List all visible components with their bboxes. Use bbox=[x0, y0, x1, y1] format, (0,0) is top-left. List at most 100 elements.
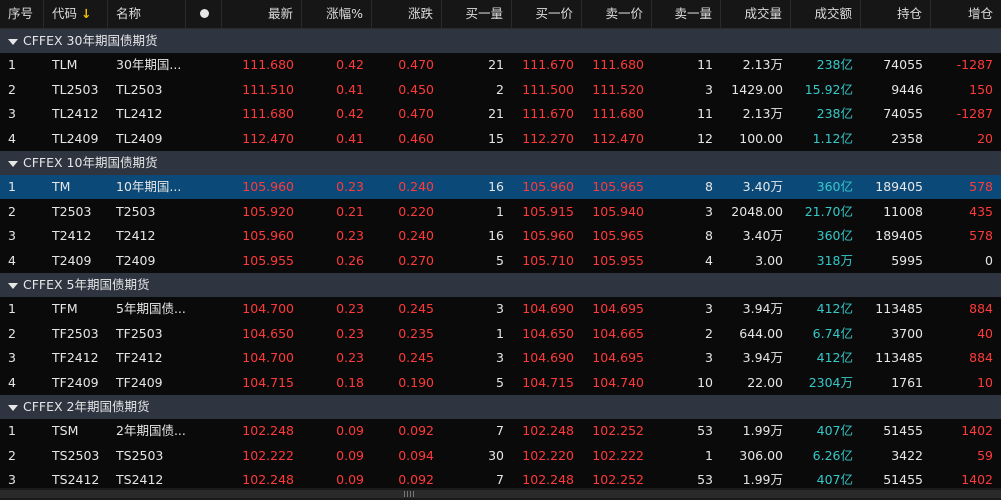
column-header-oi[interactable]: 持仓 bbox=[861, 0, 931, 28]
cell-seq: 2 bbox=[8, 325, 16, 341]
cell-bid: 105.710 bbox=[522, 252, 574, 268]
group-header[interactable]: CFFEX 5年期国债期货 bbox=[0, 273, 1001, 297]
cell-oi: 1761 bbox=[891, 374, 923, 390]
column-header-seq[interactable]: 序号 bbox=[0, 0, 44, 28]
group-header[interactable]: CFFEX 2年期国债期货 bbox=[0, 395, 1001, 419]
table-row[interactable]: 3 TF2412 TF2412 104.700 0.23 0.245 3 104.690 104… bbox=[0, 346, 1001, 370]
table-row[interactable]: 1 TLM 30年期国... 111.680 0.42 0.470 21 111.670 111… bbox=[0, 53, 1001, 77]
column-header-name[interactable]: 名称 bbox=[108, 0, 186, 28]
cell-latest: 104.715 bbox=[242, 374, 294, 390]
cell-bid: 111.670 bbox=[522, 57, 574, 72]
cell-code: TM bbox=[52, 179, 71, 194]
cell-bid-vol: 1 bbox=[496, 203, 504, 219]
cell-oi-chg: 10 bbox=[977, 374, 993, 390]
cell-oi: 3700 bbox=[891, 325, 923, 341]
cell-seq: 1 bbox=[8, 179, 16, 194]
cell-name: 30年期国... bbox=[116, 57, 182, 72]
table-row[interactable]: 1 TSM 2年期国债... 102.248 0.09 0.092 7 102.248 102.… bbox=[0, 419, 1001, 443]
table-row[interactable]: 2 TS2503 TS2503 102.222 0.09 0.094 30 102.220 10… bbox=[0, 444, 1001, 468]
cell-ask-vol: 11 bbox=[697, 106, 713, 121]
dot-icon bbox=[200, 9, 209, 18]
column-header-code[interactable]: 代码 ↓ bbox=[44, 0, 108, 28]
collapse-triangle-icon[interactable] bbox=[8, 38, 18, 45]
column-header-latest[interactable]: 最新 bbox=[222, 0, 302, 28]
column-header-change[interactable]: 涨跌 bbox=[372, 0, 442, 28]
cell-bid-vol: 21 bbox=[488, 106, 504, 121]
table-row[interactable]: 4 TF2409 TF2409 104.715 0.18 0.190 5 104.715 104… bbox=[0, 371, 1001, 395]
scrollbar-thumb[interactable] bbox=[0, 490, 1001, 498]
cell-ask-vol: 3 bbox=[705, 301, 713, 316]
cell-seq: 2 bbox=[8, 81, 16, 97]
cell-bid-vol: 15 bbox=[488, 130, 504, 146]
collapse-triangle-icon[interactable] bbox=[8, 404, 18, 411]
table-row[interactable]: 2 T2503 T2503 105.920 0.21 0.220 1 105.915 105.9… bbox=[0, 200, 1001, 224]
cell-oi: 3422 bbox=[891, 447, 923, 463]
cell-code: TS2503 bbox=[52, 447, 100, 463]
table-row[interactable]: 2 TF2503 TF2503 104.650 0.23 0.235 1 104.650 104… bbox=[0, 322, 1001, 346]
cell-oi: 5995 bbox=[891, 252, 923, 268]
cell-pct: 0.21 bbox=[336, 203, 364, 219]
column-header-oi-chg[interactable]: 增仓 bbox=[931, 0, 1001, 28]
table-row[interactable]: 3 T2412 T2412 105.960 0.23 0.240 16 105.960 105.… bbox=[0, 224, 1001, 248]
cell-seq: 3 bbox=[8, 106, 16, 121]
cell-volume: 22.00 bbox=[747, 374, 783, 390]
cell-oi-chg: 578 bbox=[969, 179, 993, 194]
group-header[interactable]: CFFEX 10年期国债期货 bbox=[0, 151, 1001, 175]
column-header-bid-vol[interactable]: 买一量 bbox=[442, 0, 512, 28]
horizontal-scrollbar[interactable] bbox=[0, 488, 1001, 500]
cell-pct: 0.23 bbox=[336, 350, 364, 365]
sort-descending-icon[interactable]: ↓ bbox=[81, 6, 91, 21]
cell-name: 10年期国... bbox=[116, 179, 182, 194]
cell-ask: 111.680 bbox=[592, 106, 644, 121]
group-header[interactable]: CFFEX 30年期国债期货 bbox=[0, 29, 1001, 53]
cell-bid-vol: 3 bbox=[496, 350, 504, 365]
cell-oi-chg: -1287 bbox=[956, 57, 993, 72]
group-title: CFFEX 30年期国债期货 bbox=[23, 33, 158, 48]
cell-seq: 3 bbox=[8, 228, 16, 243]
table-row[interactable]: 4 TL2409 TL2409 112.470 0.41 0.460 15 112.270 11… bbox=[0, 127, 1001, 151]
column-header-volume[interactable]: 成交量 bbox=[721, 0, 791, 28]
cell-volume: 2048.00 bbox=[731, 203, 783, 219]
cell-amount: 360亿 bbox=[816, 228, 853, 243]
cell-ask-vol: 3 bbox=[705, 203, 713, 219]
cell-bid-vol: 2 bbox=[496, 81, 504, 97]
cell-amount: 6.26亿 bbox=[812, 447, 853, 463]
column-header-bid[interactable]: 买一价 bbox=[512, 0, 582, 28]
table-row[interactable]: 4 T2409 T2409 105.955 0.26 0.270 5 105.710 105.9… bbox=[0, 249, 1001, 273]
collapse-triangle-icon[interactable] bbox=[8, 282, 18, 289]
table-row[interactable]: 3 TL2412 TL2412 111.680 0.42 0.470 21 111.670 11… bbox=[0, 102, 1001, 126]
cell-change: 0.235 bbox=[398, 325, 434, 341]
cell-bid-vol: 7 bbox=[496, 423, 504, 438]
cell-bid-vol: 30 bbox=[488, 447, 504, 463]
cell-ask-vol: 12 bbox=[697, 130, 713, 146]
group-title: CFFEX 2年期国债期货 bbox=[23, 399, 150, 414]
table-row[interactable]: 1 TFM 5年期国债... 104.700 0.23 0.245 3 104.690 104.… bbox=[0, 297, 1001, 321]
cell-change: 0.094 bbox=[398, 447, 434, 463]
column-header-marker[interactable] bbox=[186, 0, 222, 28]
cell-pct: 0.23 bbox=[336, 301, 364, 316]
cell-latest: 105.920 bbox=[242, 203, 294, 219]
cell-bid: 105.960 bbox=[522, 179, 574, 194]
cell-bid: 111.670 bbox=[522, 106, 574, 121]
cell-amount: 1.12亿 bbox=[812, 130, 853, 146]
cell-oi-chg: 40 bbox=[977, 325, 993, 341]
cell-change: 0.460 bbox=[398, 130, 434, 146]
column-header-amount[interactable]: 成交额 bbox=[791, 0, 861, 28]
cell-volume: 1.99万 bbox=[742, 423, 783, 438]
cell-oi: 74055 bbox=[883, 57, 923, 72]
cell-name: 5年期国债... bbox=[116, 301, 186, 316]
column-header-ask[interactable]: 卖一价 bbox=[582, 0, 652, 28]
collapse-triangle-icon[interactable] bbox=[8, 160, 18, 167]
column-header-pct[interactable]: 涨幅% bbox=[302, 0, 372, 28]
cell-code: TL2412 bbox=[52, 106, 99, 121]
cell-ask-vol: 8 bbox=[705, 179, 713, 194]
cell-change: 0.190 bbox=[398, 374, 434, 390]
cell-amount: 15.92亿 bbox=[804, 81, 853, 97]
table-row-selected[interactable]: 1 TM 10年期国... 105.960 0.23 0.240 16 105.960 105.… bbox=[0, 175, 1001, 199]
column-header-ask-vol[interactable]: 卖一量 bbox=[652, 0, 721, 28]
group-title: CFFEX 10年期国债期货 bbox=[23, 155, 158, 170]
cell-latest: 105.960 bbox=[242, 228, 294, 243]
table-row[interactable]: 2 TL2503 TL2503 111.510 0.41 0.450 2 111.500 111… bbox=[0, 78, 1001, 102]
cell-pct: 0.09 bbox=[336, 447, 364, 463]
cell-volume: 3.40万 bbox=[742, 179, 783, 194]
